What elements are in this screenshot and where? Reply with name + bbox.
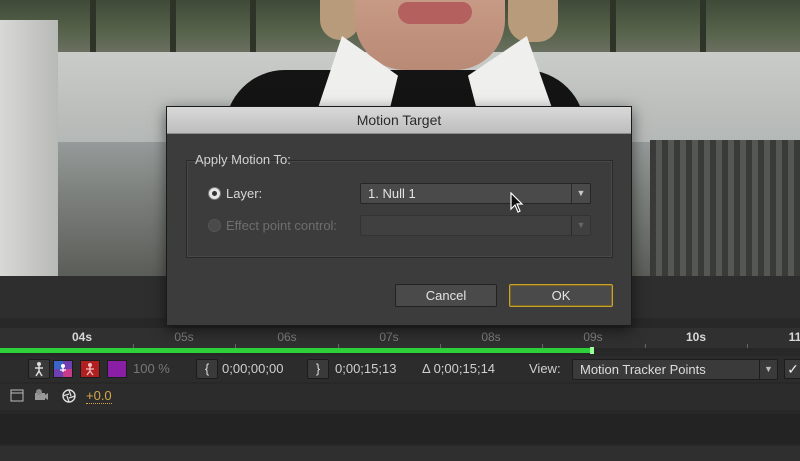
work-area-bar[interactable] <box>0 348 592 353</box>
subject-lips <box>398 2 472 24</box>
cancel-button[interactable]: Cancel <box>395 284 497 307</box>
time-tick: 10s <box>685 330 707 344</box>
effect-point-label: Effect point control: <box>226 218 338 233</box>
set-out-point-button[interactable]: } <box>307 359 329 379</box>
ruler-minor-tick <box>747 344 748 348</box>
end-time[interactable]: 0;00;15;13 <box>335 361 396 376</box>
shutter-icon[interactable] <box>60 388 78 404</box>
background-radiator <box>650 140 800 276</box>
timeline-track-area <box>0 414 800 444</box>
view-label: View: <box>529 361 561 376</box>
window-mullion <box>700 0 706 52</box>
red-person-icon[interactable] <box>80 360 100 378</box>
time-ruler[interactable] <box>0 328 800 348</box>
duration: Δ 0;00;15;14 <box>422 361 496 376</box>
camera-icon[interactable] <box>32 388 50 404</box>
work-area-end-handle[interactable] <box>590 347 594 354</box>
controls-bar-2 <box>0 384 800 410</box>
layer-radio[interactable] <box>208 187 221 200</box>
window-mullion <box>610 0 616 52</box>
time-tick: 07s <box>379 330 399 344</box>
layer-option-label[interactable]: Layer: <box>226 186 262 201</box>
time-tick: 08s <box>481 330 501 344</box>
zoom-level: 100 % <box>133 361 170 376</box>
time-tick: 05s <box>174 330 194 344</box>
mouse-cursor-icon <box>510 191 524 219</box>
time-tick: 11 <box>788 330 800 344</box>
purple-swatch[interactable] <box>107 360 127 378</box>
window-mullion <box>250 0 256 52</box>
apply-motion-group <box>186 160 613 258</box>
time-tick: 04s <box>71 330 93 344</box>
ruler-minor-tick <box>645 344 646 348</box>
chevron-down-icon: ▼ <box>759 360 777 379</box>
color-mode-icon[interactable] <box>53 360 73 378</box>
motion-target-dialog: Motion Target Apply Motion To: Layer: 1.… <box>166 106 632 326</box>
dialog-title: Motion Target <box>167 107 631 134</box>
window-mullion <box>170 0 176 52</box>
set-in-point-button[interactable]: { <box>196 359 218 379</box>
chevron-down-icon: ▼ <box>571 184 590 203</box>
view-checkbox[interactable]: ✓ <box>784 359 800 379</box>
layer-dropdown[interactable]: 1. Null 1 ▼ <box>360 183 591 204</box>
view-dropdown-value: Motion Tracker Points <box>580 362 706 377</box>
ok-button[interactable]: OK <box>509 284 613 307</box>
effect-point-dropdown[interactable]: ▼ <box>360 215 591 236</box>
window-mullion <box>90 0 96 52</box>
anchor-person-icon[interactable] <box>28 359 50 379</box>
chevron-down-icon: ▼ <box>571 216 590 235</box>
calendar-icon[interactable] <box>8 388 26 404</box>
view-dropdown[interactable]: Motion Tracker Points ▼ <box>572 359 778 380</box>
layer-dropdown-value: 1. Null 1 <box>368 186 416 201</box>
subject-hair <box>508 0 558 42</box>
background-door <box>0 20 58 276</box>
time-tick: 06s <box>277 330 297 344</box>
offset-value[interactable]: +0.0 <box>86 389 112 404</box>
time-tick: 09s <box>583 330 603 344</box>
timeline-bottom-ruler <box>0 446 800 461</box>
effect-point-radio[interactable] <box>208 219 221 232</box>
group-label: Apply Motion To: <box>195 152 291 167</box>
start-time[interactable]: 0;00;00;00 <box>222 361 283 376</box>
subject-hair <box>320 0 360 40</box>
